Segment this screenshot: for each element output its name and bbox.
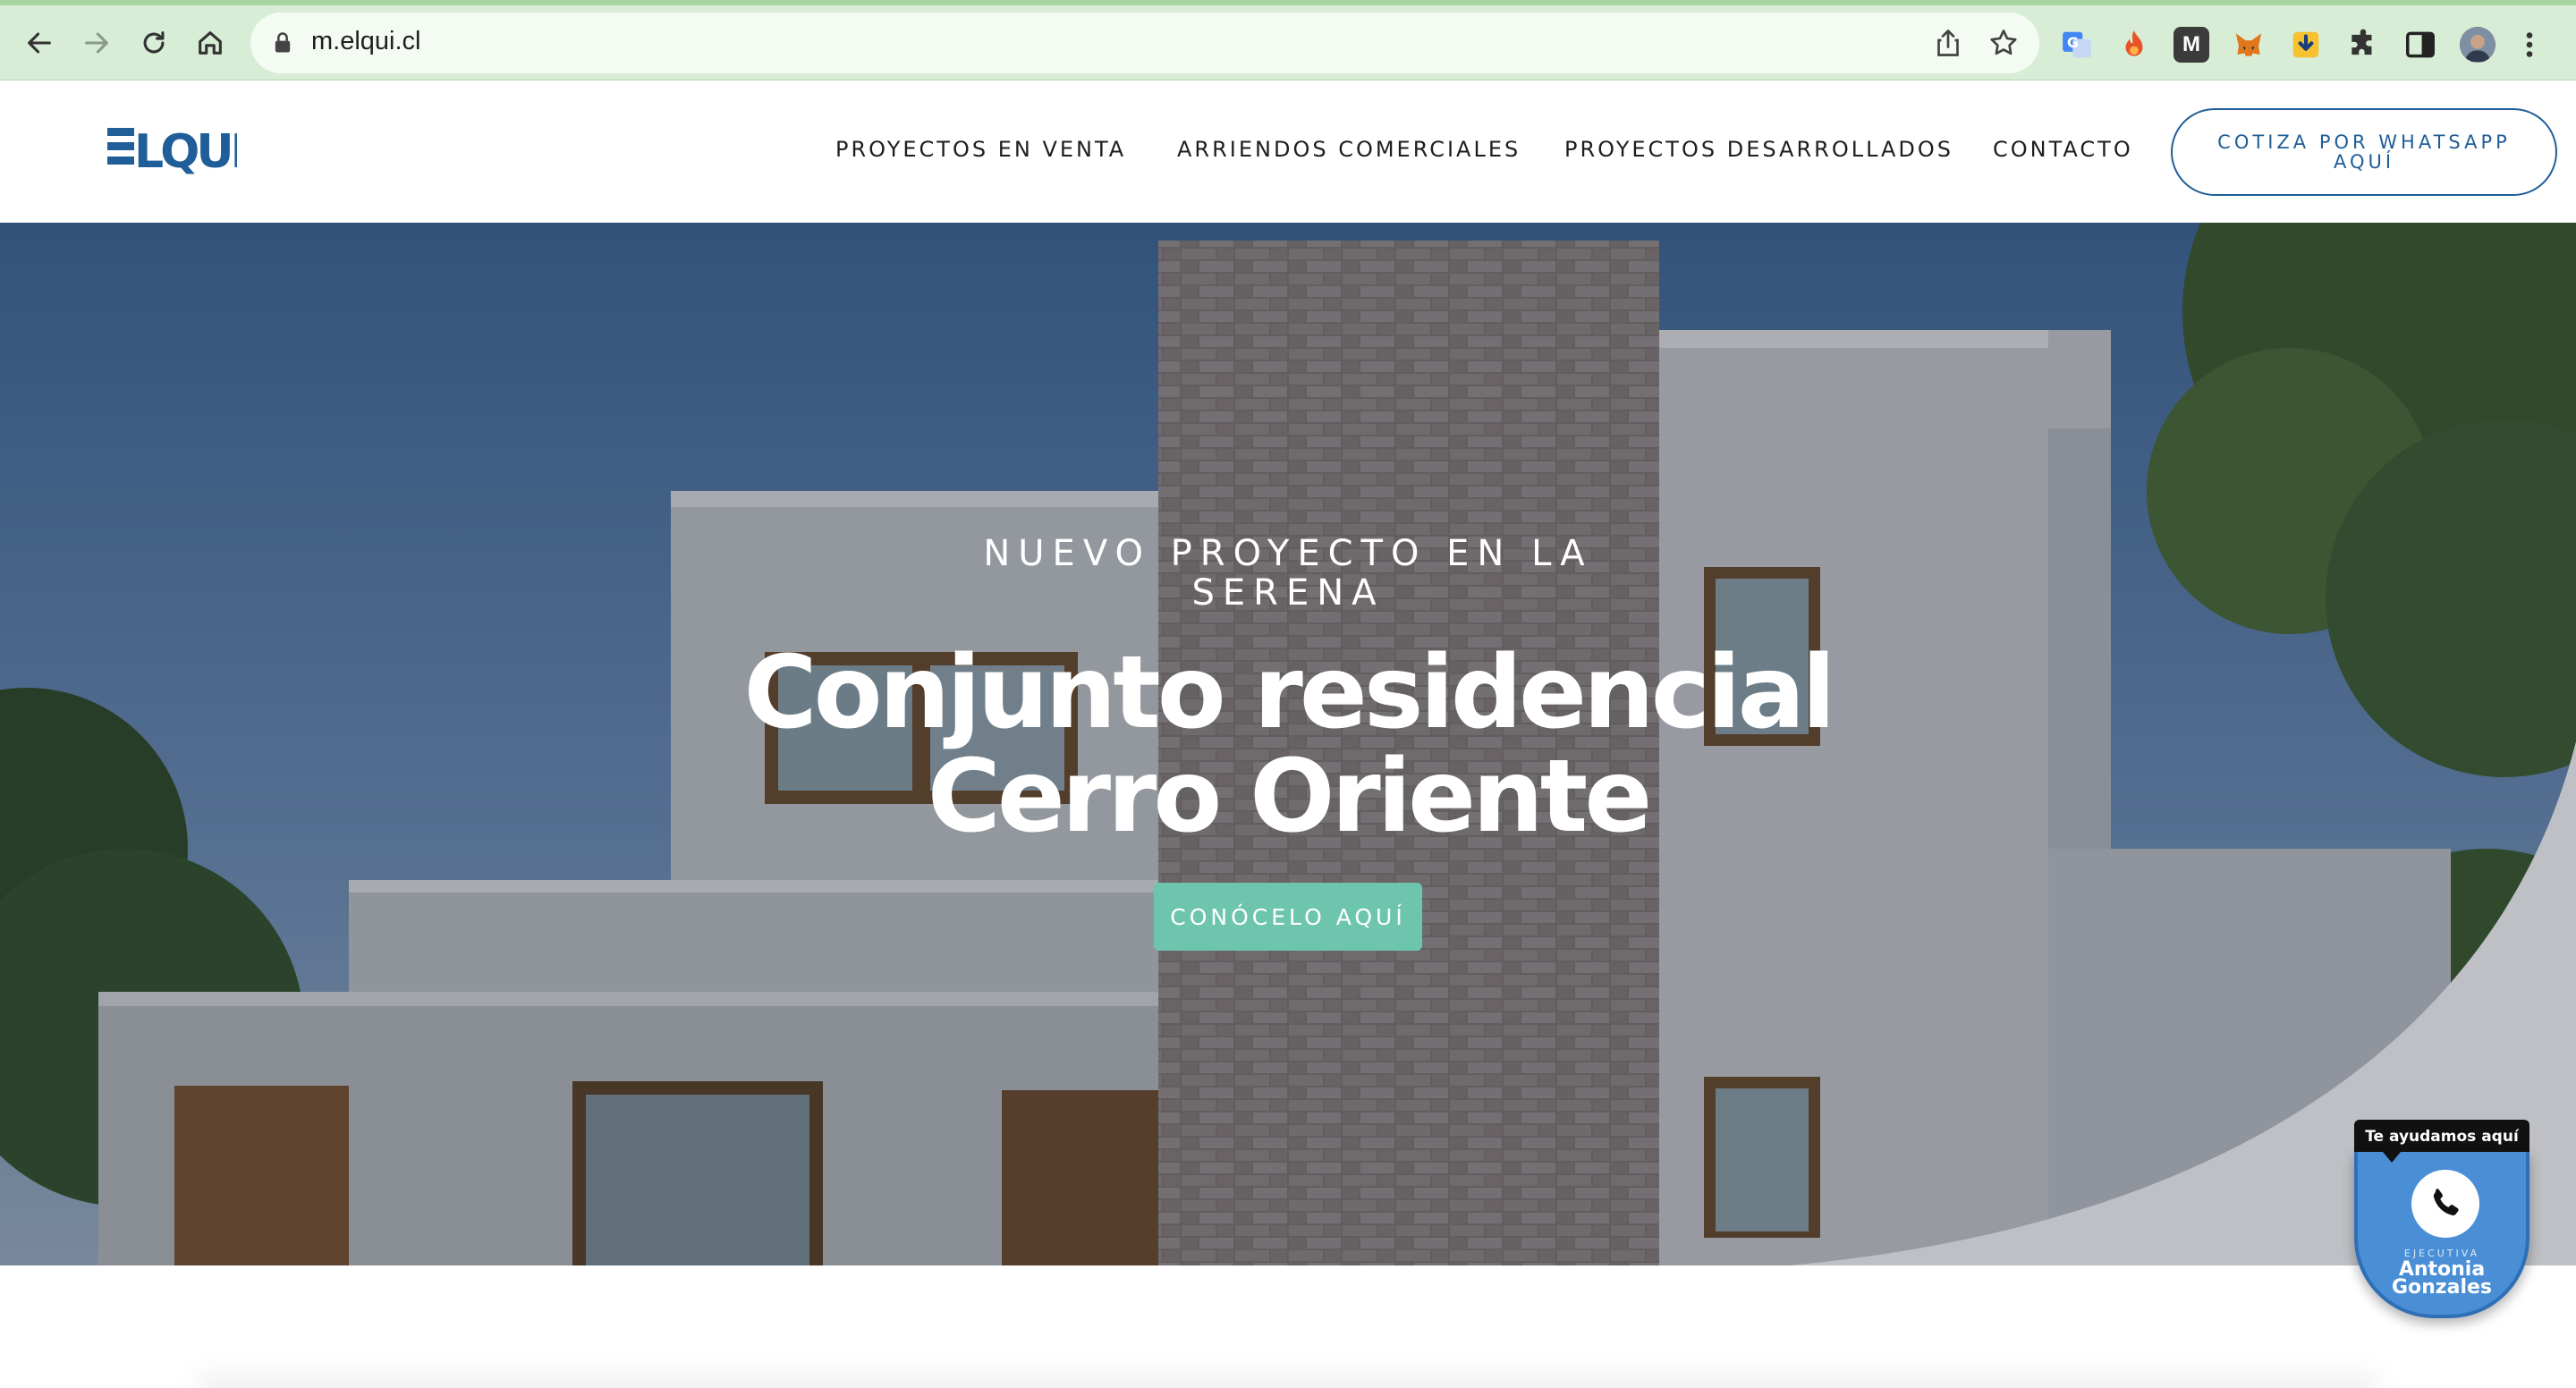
- puzzle-extensions-icon[interactable]: [2345, 27, 2381, 63]
- download-extension-icon[interactable]: [2288, 27, 2324, 63]
- elqui-logo[interactable]: LQUI: [107, 121, 248, 179]
- card-shadow: [197, 1373, 2379, 1388]
- back-icon[interactable]: [14, 18, 64, 68]
- profile-avatar[interactable]: [2460, 27, 2496, 63]
- browser-toolbar: m.elqui.cl G M: [0, 5, 2576, 80]
- google-translate-icon[interactable]: G: [2059, 27, 2095, 63]
- home-icon[interactable]: [185, 18, 235, 68]
- whatsapp-widget[interactable]: Te ayudamos aquí EJECUTIVA Antonia Gonza…: [2354, 1120, 2529, 1318]
- tag-arrow: [2383, 1152, 2401, 1163]
- nav-proyectos-en-venta[interactable]: PROYECTOS EN VENTA: [835, 137, 1126, 162]
- reload-icon[interactable]: [129, 18, 179, 68]
- metamask-fox-icon[interactable]: [2231, 27, 2267, 63]
- whatsapp-quote-button[interactable]: COTIZA POR WHATSAPP AQUÍ: [2171, 108, 2557, 196]
- whatsapp-widget-tag[interactable]: Te ayudamos aquí: [2354, 1120, 2529, 1154]
- kebab-menu-icon[interactable]: [2521, 27, 2538, 63]
- flame-extension-icon[interactable]: [2116, 27, 2152, 63]
- phone-icon[interactable]: [2411, 1170, 2479, 1238]
- whatsapp-widget-body[interactable]: EJECUTIVA Antonia Gonzales: [2354, 1152, 2529, 1318]
- url-text[interactable]: m.elqui.cl: [311, 27, 421, 56]
- hero-banner: NUEVO PROYECTO EN LA SERENA Conjunto res…: [0, 223, 2576, 1265]
- conocelo-aqui-button[interactable]: CONÓCELO AQUÍ: [1154, 883, 1422, 951]
- lock-icon[interactable]: [270, 30, 295, 55]
- logo-wordmark: LQUI: [134, 125, 237, 178]
- side-panel-icon[interactable]: [2402, 27, 2438, 63]
- nav-contacto[interactable]: CONTACTO: [1993, 137, 2133, 162]
- svg-text:G: G: [2067, 34, 2079, 51]
- agent-name: Antonia Gonzales: [2391, 1258, 2493, 1299]
- site-header: LQUI PROYECTOS EN VENTA ARRIENDOS COMERC…: [0, 81, 2576, 223]
- m-extension-icon[interactable]: M: [2174, 27, 2209, 63]
- share-icon[interactable]: [1932, 27, 1964, 59]
- content-section: [0, 1265, 2576, 1388]
- forward-icon[interactable]: [72, 18, 122, 68]
- hero-eyebrow: NUEVO PROYECTO EN LA SERENA: [983, 533, 1593, 614]
- hero-title: Conjunto residencial Cerro Oriente: [743, 635, 1835, 855]
- nav-proyectos-desarrollados[interactable]: PROYECTOS DESARROLLADOS: [1564, 137, 1953, 162]
- address-bar[interactable]: m.elqui.cl: [250, 13, 2039, 73]
- nav-arriendos-comerciales[interactable]: ARRIENDOS COMERCIALES: [1177, 137, 1521, 162]
- bookmark-star-icon[interactable]: [1987, 27, 2020, 59]
